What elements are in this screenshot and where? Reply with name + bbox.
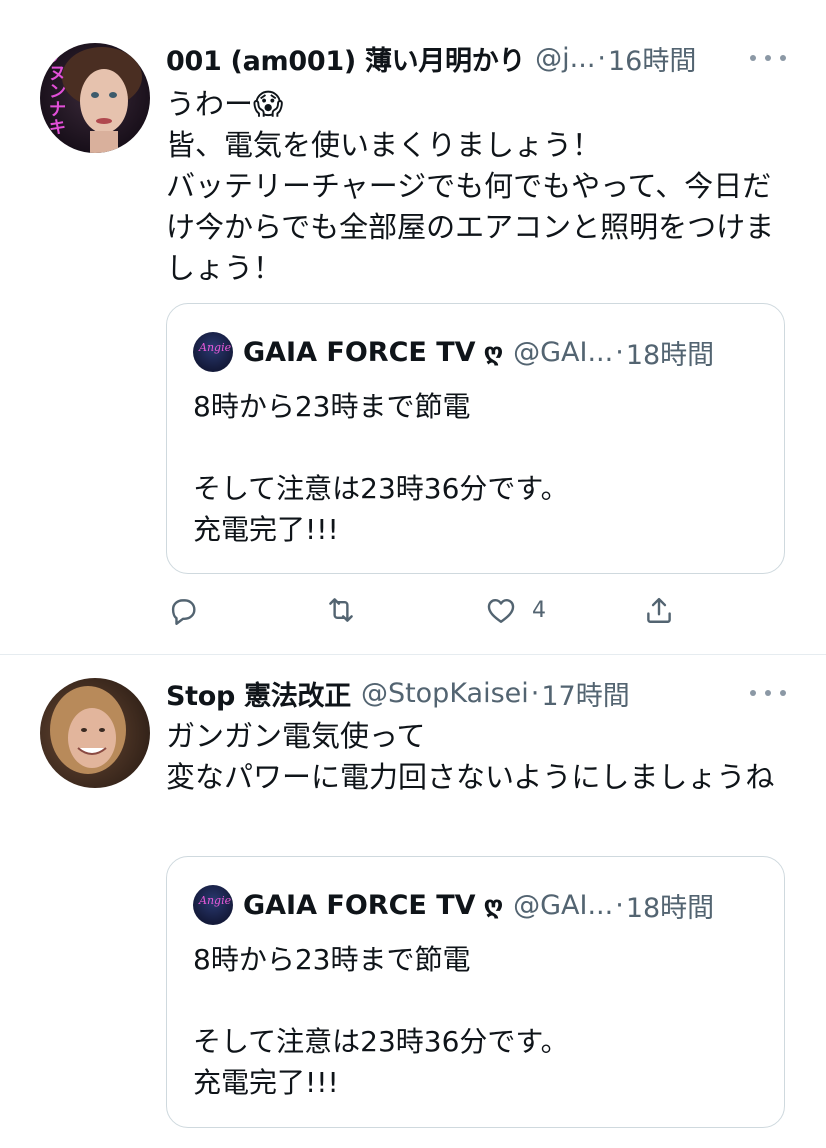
more-icon[interactable] bbox=[750, 681, 786, 705]
tweet-header: Stop 憲法改正 @StopKaisei · 17時間 bbox=[166, 673, 630, 713]
quoted-tweet[interactable]: Angie GAIA FORCE TV ღ @GAI... · 18時間 8時か… bbox=[166, 856, 785, 1128]
quoted-timestamp[interactable]: 18時間 bbox=[626, 333, 714, 372]
quoted-text: 8時から23時まで節電 そして注意は23時36分です。 充電完了!!! bbox=[193, 943, 569, 1099]
quoted-avatar-text: Angie bbox=[199, 341, 232, 354]
display-name[interactable]: 001 (am001) 薄い月明かり bbox=[166, 39, 525, 78]
quoted-display-name[interactable]: GAIA FORCE TV bbox=[243, 337, 476, 368]
more-icon[interactable] bbox=[750, 46, 786, 70]
quoted-handle[interactable]: @GAI... bbox=[513, 890, 613, 921]
quoted-header: GAIA FORCE TV ღ @GAI... · 18時間 bbox=[243, 885, 714, 925]
reply-icon bbox=[171, 599, 196, 625]
quoted-header: GAIA FORCE TV ღ @GAI... · 18時間 bbox=[243, 332, 714, 372]
like-icon bbox=[487, 599, 515, 623]
separator-dot: · bbox=[615, 889, 624, 921]
user-handle[interactable]: @StopKaisei bbox=[361, 678, 529, 709]
avatar[interactable]: アヌンナキ bbox=[40, 43, 150, 153]
quoted-avatar-text: Angie bbox=[199, 894, 232, 907]
quoted-avatar[interactable]: Angie bbox=[193, 332, 233, 372]
retweet-icon bbox=[329, 598, 353, 622]
share-icon bbox=[647, 597, 671, 623]
separator-dot: · bbox=[615, 336, 624, 368]
tweet-actions: 4 bbox=[166, 588, 706, 632]
user-handle[interactable]: @j... bbox=[535, 43, 595, 74]
like-button[interactable]: 4 bbox=[484, 588, 546, 632]
heart-symbol: ღ bbox=[483, 338, 504, 366]
separator-dot: · bbox=[597, 42, 606, 74]
tweet-text: ガンガン電気使って 変なパワーに電力回さないようにしましょうね bbox=[166, 719, 775, 794]
share-button[interactable] bbox=[642, 588, 676, 632]
quoted-handle[interactable]: @GAI... bbox=[513, 337, 613, 368]
quoted-tweet[interactable]: Angie GAIA FORCE TV ღ @GAI... · 18時間 8時か… bbox=[166, 303, 785, 574]
avatar-text: アヌンナキ bbox=[49, 46, 66, 138]
quoted-timestamp[interactable]: 18時間 bbox=[626, 886, 714, 925]
reply-button[interactable] bbox=[166, 588, 214, 632]
avatar-image bbox=[40, 678, 150, 788]
like-count: 4 bbox=[532, 597, 546, 623]
timestamp[interactable]: 16時間 bbox=[608, 39, 696, 78]
tweet-1[interactable]: アヌンナキ 001 (am001) 薄い月明かり @j... · 16時間 うわ… bbox=[0, 0, 826, 654]
tweet-header: 001 (am001) 薄い月明かり @j... · 16時間 bbox=[166, 38, 696, 78]
heart-symbol: ღ bbox=[483, 891, 504, 919]
quoted-text: 8時から23時まで節電 そして注意は23時36分です。 充電完了!!! bbox=[193, 390, 569, 546]
display-name[interactable]: Stop 憲法改正 bbox=[166, 674, 351, 713]
quoted-avatar[interactable]: Angie bbox=[193, 885, 233, 925]
avatar[interactable] bbox=[40, 678, 150, 788]
quoted-display-name[interactable]: GAIA FORCE TV bbox=[243, 890, 476, 921]
tweet-text: うわー😱 皆、電気を使いまくりましょう！ バッテリーチャージでも何でもやって、今… bbox=[166, 87, 775, 285]
timestamp[interactable]: 17時間 bbox=[541, 674, 629, 713]
retweet-button[interactable] bbox=[324, 588, 372, 632]
tweet-2[interactable]: Stop 憲法改正 @StopKaisei · 17時間 ガンガン電気使って 変… bbox=[0, 655, 826, 1148]
separator-dot: · bbox=[530, 677, 540, 709]
